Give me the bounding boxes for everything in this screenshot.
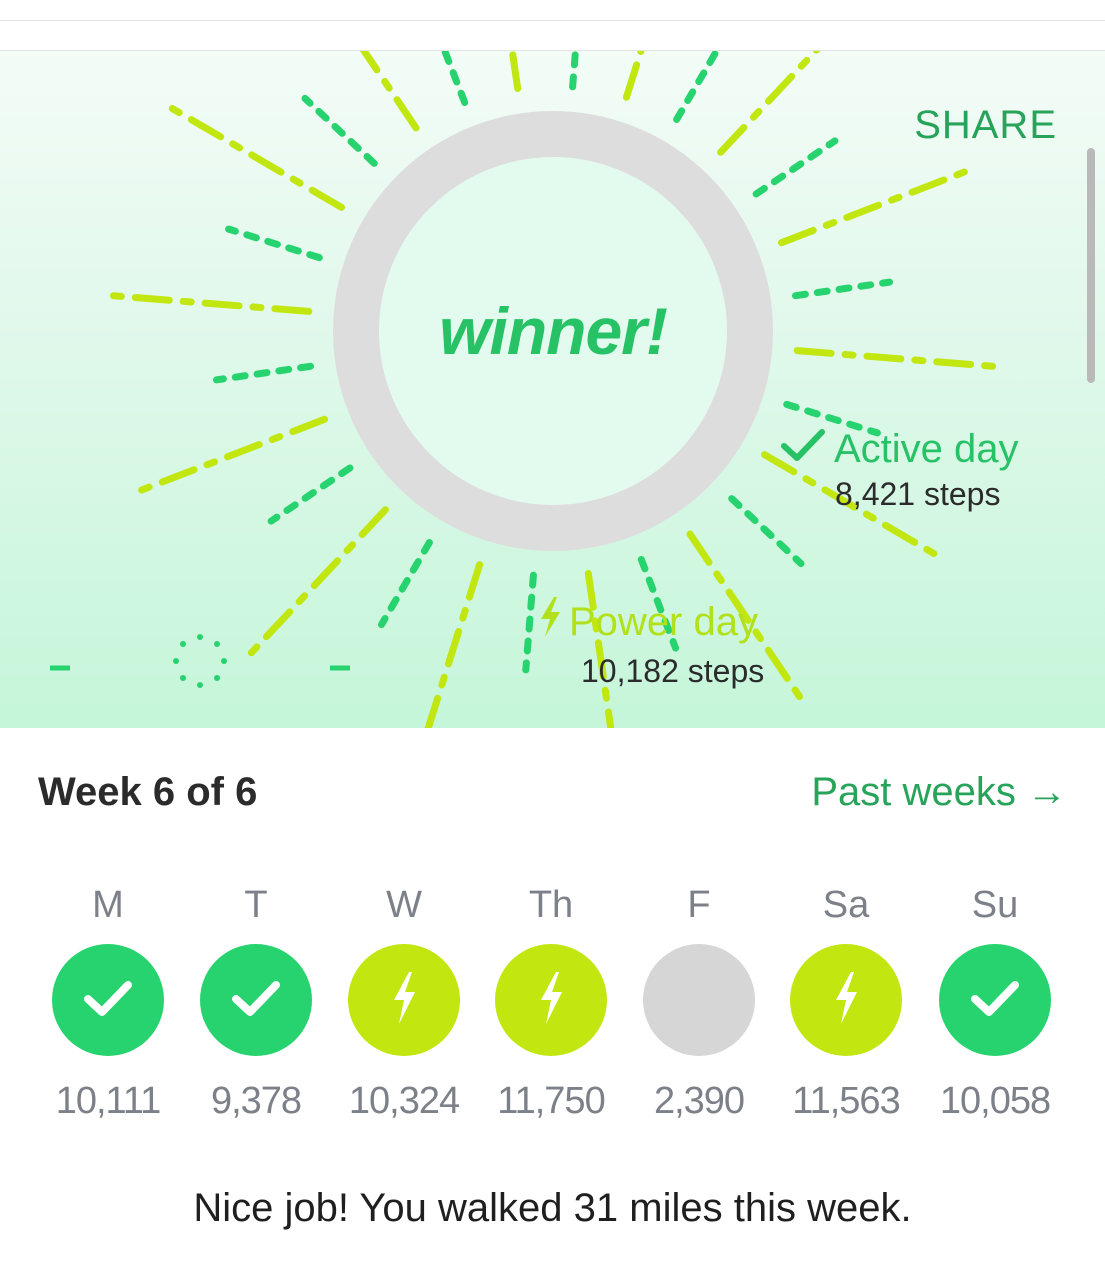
sunburst-ray bbox=[213, 362, 314, 384]
day-column[interactable]: Su 10,058 bbox=[925, 880, 1065, 1123]
sunburst-ray bbox=[424, 561, 484, 728]
day-label: Sa bbox=[822, 884, 870, 926]
day-status-active[interactable] bbox=[52, 944, 164, 1056]
day-status-active[interactable] bbox=[200, 944, 312, 1056]
scrollbar[interactable] bbox=[1087, 148, 1095, 383]
day-status-power[interactable] bbox=[495, 944, 607, 1056]
day-label: Su bbox=[971, 884, 1019, 926]
lightning-icon bbox=[535, 595, 565, 649]
sunburst-ray bbox=[100, 291, 313, 315]
checkmark-icon bbox=[780, 427, 826, 472]
day-label: F bbox=[687, 884, 711, 926]
sparkle-dot bbox=[180, 675, 186, 681]
sunburst-ray bbox=[225, 225, 323, 262]
sparkle-dot bbox=[221, 658, 227, 664]
sunburst-ray bbox=[508, 51, 522, 92]
winner-badge-text: winner! bbox=[439, 294, 668, 368]
sunburst-ray bbox=[441, 51, 469, 106]
day-column[interactable]: F 2,390 bbox=[629, 880, 769, 1123]
day-steps: 2,390 bbox=[653, 1080, 745, 1122]
lightning-icon bbox=[534, 970, 568, 1031]
day-label: M bbox=[92, 884, 124, 926]
sunburst-ray bbox=[673, 51, 721, 123]
divider bbox=[0, 20, 1105, 21]
day-steps: 11,563 bbox=[792, 1080, 900, 1122]
active-day-steps: 8,421 steps bbox=[835, 476, 1001, 512]
day-column[interactable]: Sa 11,563 bbox=[776, 880, 916, 1123]
sparkle-dot bbox=[173, 658, 179, 664]
lightning-icon bbox=[829, 970, 863, 1031]
weekly-summary: Nice job! You walked 31 miles this week. bbox=[193, 1186, 912, 1230]
day-status-power[interactable] bbox=[348, 944, 460, 1056]
week-title: Week 6 of 6 bbox=[38, 770, 258, 814]
power-day-steps: 10,182 steps bbox=[581, 653, 765, 689]
day-steps: 10,058 bbox=[939, 1080, 1051, 1122]
sparkle-dot bbox=[180, 641, 186, 647]
day-status-none[interactable] bbox=[643, 944, 755, 1056]
day-label: Th bbox=[528, 884, 574, 926]
day-steps: 10,111 bbox=[55, 1080, 162, 1122]
active-day-label: Active day bbox=[834, 427, 1019, 471]
day-steps: 9,378 bbox=[210, 1080, 302, 1122]
power-day-callout: Power day 10,182 steps bbox=[535, 595, 764, 690]
active-day-callout: Active day 8,421 steps bbox=[780, 427, 1019, 513]
day-column[interactable]: T 9,378 bbox=[186, 880, 326, 1123]
past-weeks-link[interactable]: Past weeks → bbox=[811, 770, 1067, 815]
sunburst-ray bbox=[522, 571, 537, 674]
week-days-row: M 10,111 T 9,378 W 10,324 Th 11,750 F 2,390 Sa 11,5… bbox=[0, 880, 1105, 1140]
sparkle-dot bbox=[214, 641, 220, 647]
sunburst-ray bbox=[622, 51, 645, 101]
day-steps: 10,324 bbox=[348, 1080, 460, 1122]
day-column[interactable]: Th 11,750 bbox=[481, 880, 621, 1123]
sunburst-ray bbox=[778, 165, 977, 247]
lightning-icon bbox=[387, 970, 421, 1031]
sunburst-ray bbox=[792, 278, 893, 300]
power-day-label: Power day bbox=[569, 599, 758, 644]
celebration-hero: winner! SHARE Active day 8,421 steps Pow… bbox=[0, 51, 1105, 728]
sunburst-ray bbox=[378, 539, 433, 629]
day-steps: 11,750 bbox=[497, 1080, 605, 1122]
share-button[interactable]: SHARE bbox=[914, 103, 1057, 148]
sparkle-dot bbox=[197, 634, 203, 640]
sunburst-ray bbox=[161, 100, 345, 211]
sparkle-dot bbox=[197, 682, 203, 688]
day-label: W bbox=[386, 884, 422, 926]
sunburst-ray bbox=[569, 51, 579, 91]
day-status-power[interactable] bbox=[790, 944, 902, 1056]
checkmark-icon bbox=[230, 978, 282, 1023]
checkmark-icon bbox=[969, 978, 1021, 1023]
checkmark-icon bbox=[82, 978, 134, 1023]
day-status-active[interactable] bbox=[939, 944, 1051, 1056]
day-label: T bbox=[244, 884, 268, 926]
top-bar bbox=[0, 0, 1105, 51]
sparkle-dot bbox=[214, 675, 220, 681]
sunburst-ray bbox=[129, 415, 328, 497]
day-column[interactable]: M 10,111 bbox=[38, 880, 178, 1123]
sunburst-ray bbox=[793, 347, 1006, 371]
day-column[interactable]: W 10,324 bbox=[334, 880, 474, 1123]
